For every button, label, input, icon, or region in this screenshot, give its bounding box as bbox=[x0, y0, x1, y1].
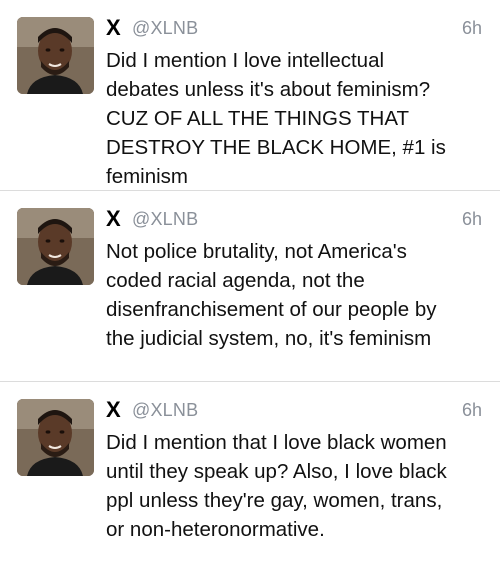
tweet-header: X @XLNB 6h bbox=[106, 14, 482, 44]
profile-photo-icon bbox=[17, 399, 94, 476]
tweet[interactable]: X @XLNB 6h Did I mention I love intellec… bbox=[0, 0, 500, 191]
tweet-timeline: X @XLNB 6h Did I mention I love intellec… bbox=[0, 0, 500, 588]
profile-photo-icon bbox=[17, 208, 94, 285]
user-handle[interactable]: @XLNB bbox=[132, 18, 198, 39]
display-name[interactable]: X bbox=[106, 206, 121, 232]
display-name[interactable]: X bbox=[106, 397, 121, 423]
user-handle[interactable]: @XLNB bbox=[132, 400, 198, 421]
profile-photo-icon bbox=[17, 17, 94, 94]
tweet-text: Did I mention that I love black women un… bbox=[106, 431, 447, 541]
avatar[interactable] bbox=[17, 399, 94, 476]
timestamp: 6h bbox=[461, 209, 482, 229]
timestamp: 6h bbox=[461, 18, 482, 38]
display-name[interactable]: X bbox=[106, 15, 121, 41]
tweet[interactable]: X @XLNB 6h Not police brutality, not Ame… bbox=[0, 191, 500, 382]
timestamp: 6h bbox=[461, 400, 482, 420]
avatar[interactable] bbox=[17, 208, 94, 285]
tweet-header: X @XLNB 6h bbox=[106, 396, 482, 426]
tweet-header: X @XLNB 6h bbox=[106, 205, 482, 235]
tweet[interactable]: X @XLNB 6h Did I mention that I love bla… bbox=[0, 382, 500, 573]
avatar[interactable] bbox=[17, 17, 94, 94]
tweet-text: Not police brutality, not America's code… bbox=[106, 240, 437, 350]
user-handle[interactable]: @XLNB bbox=[132, 209, 198, 230]
tweet-text: Did I mention I love intellectual debate… bbox=[106, 49, 446, 188]
